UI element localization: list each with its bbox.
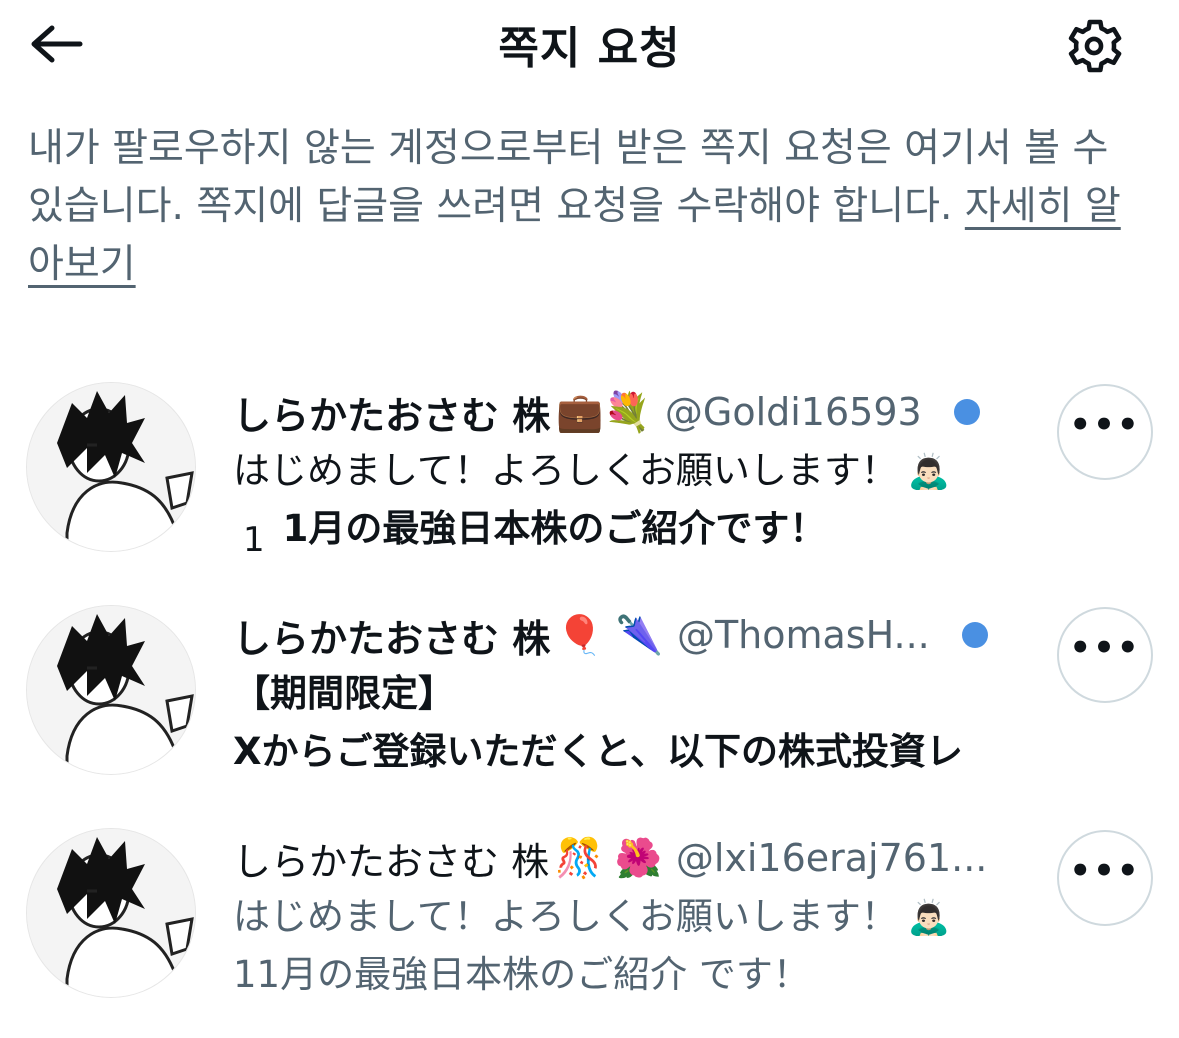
sender-name: しらかたおさむ 株 <box>233 393 551 438</box>
avatar-illustration <box>27 606 195 774</box>
more-options-button[interactable]: ••• <box>1057 830 1153 926</box>
name-emojis: 🎊 🌺 <box>555 835 662 880</box>
preview-prefix: 1 <box>243 520 265 558</box>
message-request-item[interactable]: しらかたおさむ 株 🎊 🌺 @lxi16eraj761... はじめまして！よろ… <box>0 828 1179 1038</box>
more-icon: ••• <box>1069 851 1141 891</box>
avatar[interactable] <box>26 828 196 998</box>
preview-text: はじめまして！よろしくお願いします！ <box>233 895 898 938</box>
more-options-button[interactable]: ••• <box>1057 384 1153 480</box>
sender-handle: @lxi16eraj761... <box>675 836 988 880</box>
unread-dot <box>953 399 980 425</box>
bowing-person-emoji: 🙇🏻‍♂️ <box>907 452 951 492</box>
preview-text: 1月の最強日本株のご紹介です！ <box>282 507 827 550</box>
avatar-illustration <box>27 383 195 551</box>
name-emojis: 💼💐 <box>556 389 651 434</box>
sender-handle: @Goldi16593 <box>664 390 922 434</box>
more-options-button[interactable]: ••• <box>1057 607 1153 703</box>
preview-text: 11月の最強日本株のご紹介 です！ <box>233 953 810 996</box>
message-preview-line: はじめまして！よろしくお願いします！ 🙇🏻‍♂️ <box>233 888 1033 946</box>
preview-text: はじめまして！よろしくお願いします！ <box>233 449 898 492</box>
message-request-item[interactable]: しらかたおさむ 株 🎈 🌂 @ThomasH... 【期間限定】 Xからご登録い… <box>0 605 1179 815</box>
more-icon: ••• <box>1069 405 1141 445</box>
settings-button[interactable] <box>1058 10 1130 82</box>
gear-icon <box>1068 19 1122 73</box>
avatar[interactable] <box>26 382 196 552</box>
top-bar: 쪽지 요청 <box>0 0 1179 90</box>
sender-row: しらかたおさむ 株 💼💐 @Goldi16593 <box>233 382 1033 442</box>
more-icon: ••• <box>1069 628 1141 668</box>
message-preview-line: Xからご登録いただくと、以下の株式投資レ <box>233 723 1033 781</box>
sender-name: しらかたおさむ 株 <box>233 839 550 884</box>
requests-description: 내가 팔로우하지 않는 계정으로부터 받은 쪽지 요청은 여기서 볼 수 있습니… <box>28 120 1153 294</box>
sender-row: しらかたおさむ 株 🎊 🌺 @lxi16eraj761... <box>233 828 1033 888</box>
avatar-illustration <box>27 829 195 997</box>
message-preview-line: 11月の最強日本株のご紹介 です！ <box>233 946 1033 1004</box>
message-preview-line: はじめまして！よろしくお願いします！ 🙇🏻‍♂️ <box>233 442 1033 500</box>
preview-text: Xからご登録いただくと、以下の株式投資レ <box>233 730 964 773</box>
unread-dot <box>961 622 988 648</box>
name-emojis: 🎈 🌂 <box>556 612 663 657</box>
description-text: 내가 팔로우하지 않는 계정으로부터 받은 쪽지 요청은 여기서 볼 수 있습니… <box>28 126 1109 229</box>
bowing-person-emoji: 🙇🏻‍♂️ <box>907 898 951 938</box>
message-preview-line: 【期間限定】 <box>233 665 1033 723</box>
page-title: 쪽지 요청 <box>498 23 681 74</box>
sender-handle: @ThomasH... <box>676 613 930 657</box>
message-preview-line: 1 1月の最強日本株のご紹介です！ <box>233 500 1033 558</box>
message-request-item[interactable]: しらかたおさむ 株 💼💐 @Goldi16593 はじめまして！よろしくお願いし… <box>0 382 1179 592</box>
sender-row: しらかたおさむ 株 🎈 🌂 @ThomasH... <box>233 605 1033 665</box>
sender-name: しらかたおさむ 株 <box>233 616 551 661</box>
avatar[interactable] <box>26 605 196 775</box>
preview-text: 【期間限定】 <box>233 672 455 715</box>
